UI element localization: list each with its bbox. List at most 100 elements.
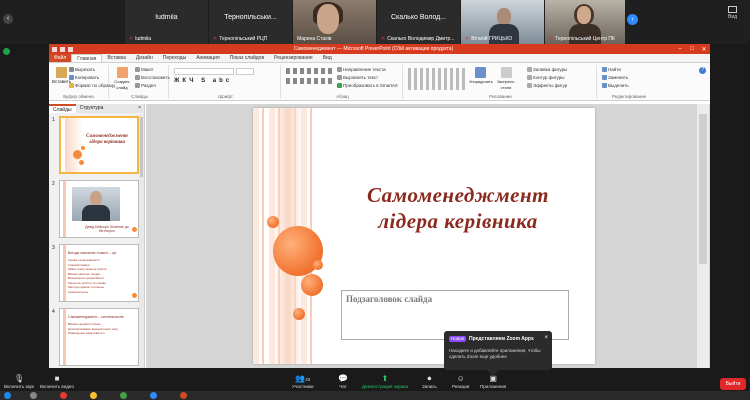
share-screen-button[interactable]: ⬆ Демонстрация экрана xyxy=(362,374,408,389)
start-video-button[interactable]: ■ Включить видео xyxy=(40,374,74,389)
shape-fill-button[interactable]: Заливка фигуры xyxy=(527,67,567,72)
start-icon[interactable] xyxy=(4,392,11,399)
slide-thumbnail[interactable]: 3 Вигоди навчання «само» – це: Оцінка ор… xyxy=(49,243,145,305)
slide-title[interactable]: Самоменеджмент лідера керівника xyxy=(333,182,583,234)
participant-tile[interactable]: ✕ Віталій ГРИЦЬКО xyxy=(461,0,544,44)
popup-text: Находите и добавляйте приложения, чтобы … xyxy=(449,348,541,359)
select-button[interactable]: Выделить xyxy=(602,83,629,88)
replace-button[interactable]: Заменить xyxy=(602,75,628,80)
font-name-select[interactable] xyxy=(174,68,234,75)
align-text-button[interactable]: Выровнять текст xyxy=(337,75,378,80)
shape-outline-button[interactable]: Контур фигуры xyxy=(527,75,564,80)
shape-effects-button[interactable]: Эффекты фигур xyxy=(527,83,567,88)
outline-icon xyxy=(527,75,532,80)
save-icon[interactable] xyxy=(52,46,57,52)
record-button[interactable]: ⏺ Запись xyxy=(422,374,437,389)
pane-scrollbar[interactable] xyxy=(139,114,144,368)
close-icon[interactable]: ✕ xyxy=(698,46,710,53)
participant-tile[interactable]: ✕ Тернопільський Центр ПК xyxy=(545,0,625,44)
cut-button[interactable]: Вырезать xyxy=(69,67,95,72)
list-buttons[interactable] xyxy=(286,68,332,74)
text-direction-icon xyxy=(337,67,342,72)
thumb-decoration xyxy=(79,160,84,165)
group-label: Абзац xyxy=(336,94,349,99)
font-size-select[interactable] xyxy=(236,68,254,75)
tab-animations[interactable]: Анимация xyxy=(191,54,224,62)
leave-button[interactable]: Выйти xyxy=(720,378,746,390)
tab-outline[interactable]: Структура xyxy=(76,104,108,113)
font-format-buttons[interactable]: ЖКЧ S abc xyxy=(174,78,232,84)
pane-close-icon[interactable]: × xyxy=(138,105,141,111)
participant-tile[interactable]: Скалько Волод... ✕ Скалько Володимир Дмит… xyxy=(377,0,460,44)
tab-slides[interactable]: Слайды xyxy=(49,104,76,113)
find-button[interactable]: Найти xyxy=(602,67,621,72)
tab-home[interactable]: Главная xyxy=(71,54,103,62)
section-button[interactable]: Раздел xyxy=(135,83,156,88)
reactions-button[interactable]: ☺ Реакции xyxy=(452,374,469,389)
scrollbar-thumb[interactable] xyxy=(699,114,707,264)
smartart-button[interactable]: Преобразовать в SmartArt xyxy=(337,83,398,88)
video-off-icon: ■ xyxy=(54,374,60,383)
popup-close-icon[interactable]: × xyxy=(544,335,548,341)
gallery-prev-icon[interactable]: ‹ xyxy=(3,14,13,24)
unmute-button[interactable]: 🎙 Включить звук xyxy=(4,374,34,389)
participants-button[interactable]: 👥43 Участники xyxy=(292,374,314,389)
scrollbar-thumb[interactable] xyxy=(140,117,143,177)
powerpoint-taskbar-icon[interactable] xyxy=(180,392,187,399)
view-label: Вид xyxy=(728,14,738,20)
tab-file[interactable]: Файл xyxy=(49,54,72,62)
thumb-bullets: Вміння керувати собою Цілеспрямоване вик… xyxy=(68,322,118,335)
tab-review[interactable]: Рецензирование xyxy=(269,54,318,62)
slide-thumbnail[interactable]: 2 Девід Бейкорн Girstman до Ветінгрон xyxy=(49,179,145,241)
participant-name: ludmila xyxy=(135,36,152,42)
quick-styles-button[interactable]: Экспресс-стили xyxy=(493,67,519,91)
copy-button[interactable]: Копировать xyxy=(69,75,99,80)
text-direction-button[interactable]: Направление текста xyxy=(337,67,386,72)
tab-insert[interactable]: Вставка xyxy=(102,54,131,62)
tab-slideshow[interactable]: Показ слайдов xyxy=(225,54,269,62)
current-slide[interactable]: Самоменеджмент лідера керівника Подзагол… xyxy=(253,108,595,364)
reset-icon xyxy=(135,75,140,80)
taskbar-app-icon[interactable] xyxy=(30,392,37,399)
slide-number: 1 xyxy=(52,117,55,123)
thumb-title: Самоменеджмент лідера керівника xyxy=(86,134,128,145)
undo-icon[interactable] xyxy=(60,46,65,52)
tab-design[interactable]: Дизайн xyxy=(131,54,158,62)
ribbon-tabs: Файл Главная Вставка Дизайн Переходы Ани… xyxy=(49,54,710,63)
tab-view[interactable]: Вид xyxy=(318,54,337,62)
arrange-button[interactable]: Упорядочить xyxy=(469,67,493,85)
slide-thumbnail[interactable]: 1 Самоменеджмент лідера керівника xyxy=(49,115,145,177)
participant-tile[interactable]: ludmila ✕ ludmila xyxy=(125,0,208,44)
shapes-gallery[interactable] xyxy=(408,68,466,90)
taskbar-app-icon[interactable] xyxy=(60,392,67,399)
maximize-icon[interactable]: □ xyxy=(686,46,698,53)
group-label: Шрифт xyxy=(218,94,233,99)
new-slide-button[interactable]: Создать слайд xyxy=(114,67,130,91)
tab-transitions[interactable]: Переходы xyxy=(158,54,191,62)
grid-view-icon xyxy=(728,6,738,13)
taskbar-app-icon[interactable] xyxy=(90,392,97,399)
slide-scrollbar[interactable] xyxy=(697,104,709,368)
slide-thumbnail[interactable]: 4 Самоменеджмент – систематичне Вміння к… xyxy=(49,307,145,368)
mic-muted-icon: ✕ xyxy=(465,36,470,42)
reset-button[interactable]: Восстановить xyxy=(135,75,170,80)
zoom-taskbar-icon[interactable] xyxy=(150,392,157,399)
help-icon[interactable]: ? xyxy=(699,67,706,74)
apps-button[interactable]: ▣ Приложения xyxy=(480,374,506,389)
format-painter-button[interactable]: Формат по образцу xyxy=(69,83,115,88)
taskbar-app-icon[interactable] xyxy=(120,392,127,399)
chat-button[interactable]: 💬 Чат xyxy=(338,374,348,389)
participant-name: Скалько Володимир Дмитр... xyxy=(387,36,455,42)
participant-display-name: ludmila xyxy=(155,14,178,21)
layout-icon xyxy=(135,67,140,72)
align-buttons[interactable] xyxy=(286,78,332,84)
gallery-next-icon[interactable]: › xyxy=(627,14,638,25)
layout-button[interactable]: Макет xyxy=(135,67,154,72)
view-button[interactable]: Вид xyxy=(728,6,737,20)
slides-group: Создать слайд Макет Восстановить Раздел … xyxy=(111,65,170,99)
participant-tile[interactable]: Тернопільськи... ✕ Тернопільський РЦП xyxy=(209,0,292,44)
copy-icon xyxy=(69,75,74,80)
redo-icon[interactable] xyxy=(68,46,73,52)
minimize-icon[interactable]: – xyxy=(674,46,686,53)
participant-tile[interactable]: Марина Стахів xyxy=(293,0,376,44)
